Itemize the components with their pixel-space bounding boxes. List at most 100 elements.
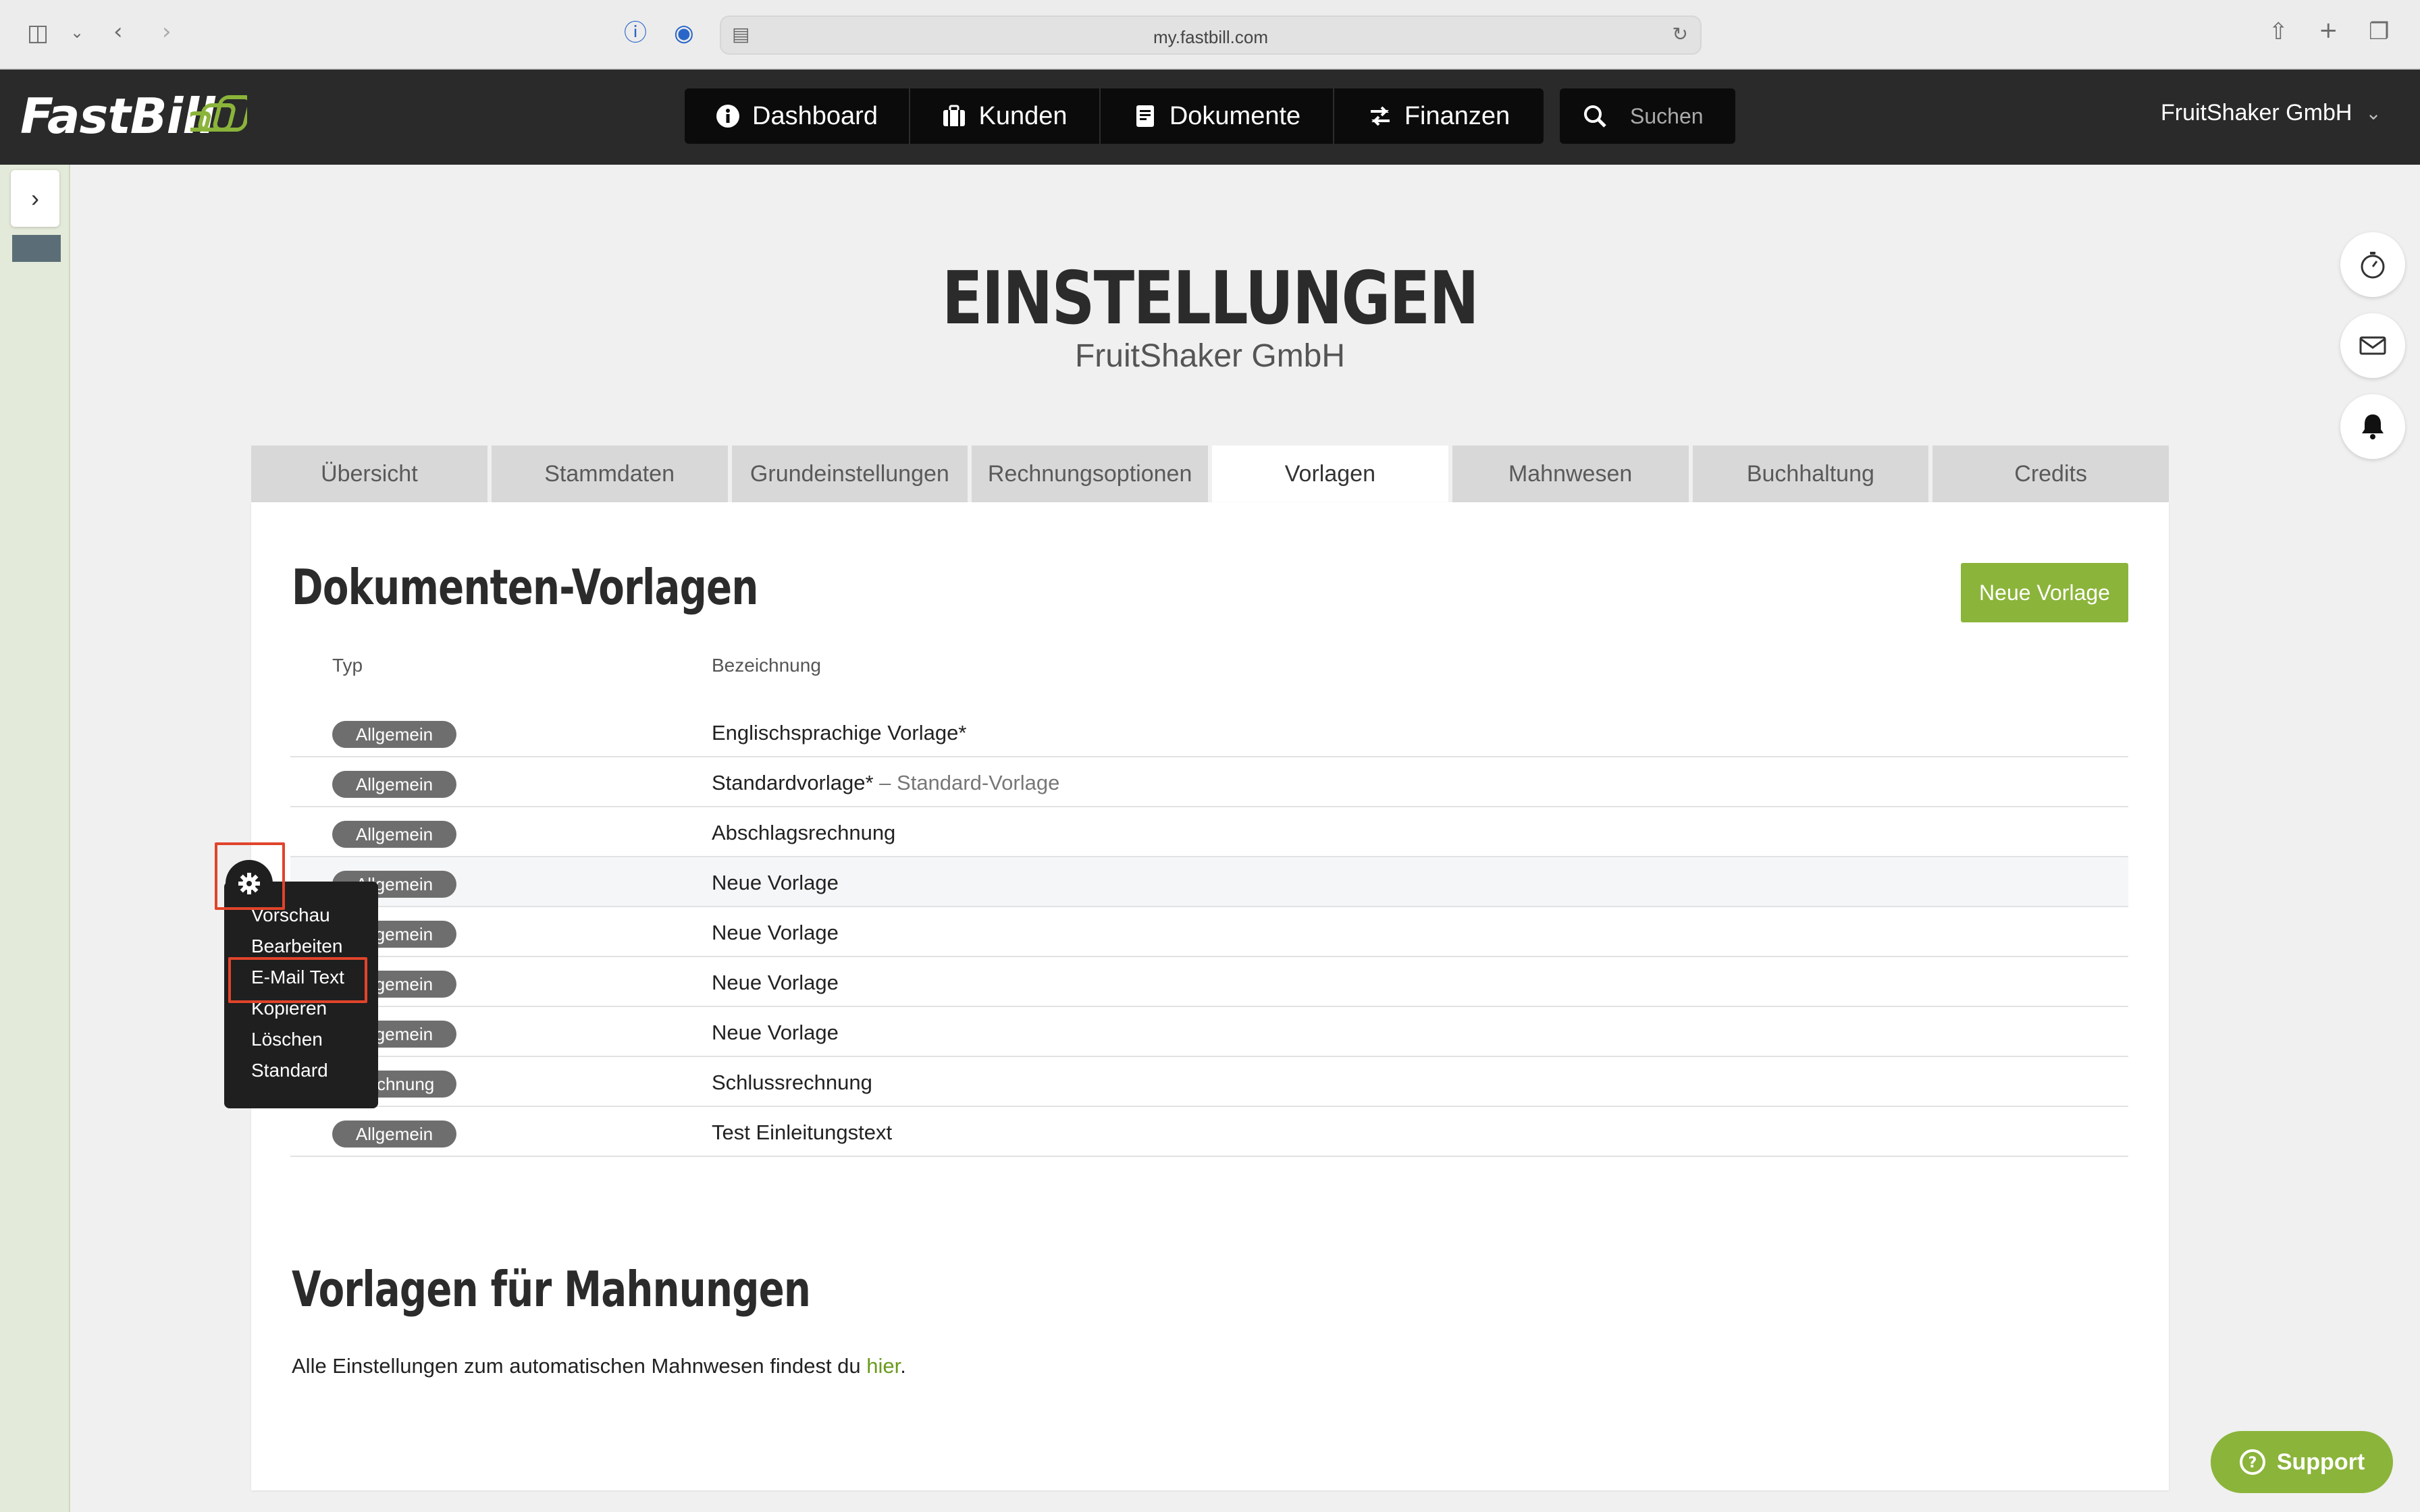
tab-uebersicht[interactable]: Übersicht xyxy=(251,446,488,502)
bell-icon xyxy=(2362,414,2384,439)
gear-highlight xyxy=(215,842,285,910)
url-text: my.fastbill.com xyxy=(1153,27,1268,47)
menu-item-edit[interactable]: Bearbeiten xyxy=(251,936,342,957)
support-label: Support xyxy=(2276,1449,2365,1475)
chevron-right-icon: › xyxy=(31,184,39,212)
password-manager-icon[interactable]: ⓘ xyxy=(624,22,647,45)
column-header-name: Bezeichnung xyxy=(712,655,821,676)
reminders-heading: Vorlagen für Mahnungen xyxy=(292,1261,811,1318)
template-name: Test Einleitungstext xyxy=(712,1120,892,1145)
template-name-text: Abschlagsrechnung xyxy=(712,821,896,844)
template-name: Neue Vorlage xyxy=(712,971,839,995)
chevron-down-icon[interactable]: ⌄ xyxy=(70,24,84,40)
tab-overview-icon[interactable]: ❐ xyxy=(2369,20,2389,43)
table-row[interactable]: Allgemein Neue Vorlage xyxy=(290,957,2128,1007)
reminders-link[interactable]: hier xyxy=(866,1354,900,1378)
template-name: Abschlagsrechnung xyxy=(712,821,895,845)
forward-icon[interactable]: › xyxy=(162,20,172,43)
template-name: Standardvorlage* – Standard-Vorlage xyxy=(712,771,1059,795)
table-row[interactable]: Allgemein Standardvorlage* – Standard-Vo… xyxy=(290,757,2128,807)
template-name: Englischsprachige Vorlage* xyxy=(712,721,966,745)
nav-label: Dashboard xyxy=(752,101,878,130)
template-name-text: Neue Vorlage xyxy=(712,971,839,994)
mail-icon xyxy=(2359,336,2386,355)
share-icon[interactable]: ⇧ xyxy=(2269,20,2288,43)
menu-item-default[interactable]: Standard xyxy=(251,1060,328,1081)
nav-dokumente[interactable]: Dokumente xyxy=(1101,88,1334,144)
document-icon xyxy=(1136,105,1154,127)
sidebar-expand-button[interactable]: › xyxy=(11,170,59,227)
nav-kunden[interactable]: Kunden xyxy=(910,88,1101,144)
tab-credits[interactable]: Credits xyxy=(1932,446,2169,502)
type-badge: Allgemein xyxy=(332,821,456,848)
back-icon[interactable]: ‹ xyxy=(113,20,123,43)
nav-label: Dokumente xyxy=(1169,101,1301,130)
reload-icon[interactable]: ↻ xyxy=(1673,25,1688,44)
company-name: FruitShaker GmbH xyxy=(2161,100,2352,126)
tab-vorlagen[interactable]: Vorlagen xyxy=(1212,446,1448,502)
page-subtitle: FruitShaker GmbH xyxy=(1074,338,1346,374)
table-row[interactable]: Allgemein Neue Vorlage xyxy=(290,1007,2128,1057)
search-icon xyxy=(1584,105,1606,128)
privacy-icon[interactable]: ◉ xyxy=(674,22,694,45)
mail-button[interactable] xyxy=(2340,313,2405,378)
table-row[interactable]: Allgemein Abschlagsrechnung xyxy=(290,807,2128,857)
table-row[interactable]: Allgemein Neue Vorlage xyxy=(290,907,2128,957)
svg-text:?: ? xyxy=(2248,1455,2257,1472)
support-button[interactable]: ? Support xyxy=(2211,1431,2393,1493)
tab-buchhaltung[interactable]: Buchhaltung xyxy=(1692,446,1929,502)
template-name: Neue Vorlage xyxy=(712,921,839,945)
type-badge: Allgemein xyxy=(332,771,456,798)
tab-grundeinstellungen[interactable]: Grundeinstellungen xyxy=(731,446,968,502)
template-name-text: Neue Vorlage xyxy=(712,871,839,894)
reminders-text: Alle Einstellungen zum automatischen Mah… xyxy=(292,1354,906,1378)
search-input[interactable]: Suchen xyxy=(1560,88,1735,144)
timer-button[interactable] xyxy=(2340,232,2405,297)
nav-label: Finanzen xyxy=(1404,101,1510,130)
table-row[interactable]: Allgemein Test Einleitungstext xyxy=(290,1107,2128,1157)
type-badge: Allgemein xyxy=(332,1120,456,1148)
nav-finanzen[interactable]: Finanzen xyxy=(1334,88,1544,144)
tab-stammdaten[interactable]: Stammdaten xyxy=(491,446,728,502)
address-bar[interactable]: ▤ my.fastbill.com ↻ xyxy=(720,16,1702,55)
table-row[interactable]: Allgemein Englischsprachige Vorlage* xyxy=(290,707,2128,757)
page-title: EINSTELLUNGEN xyxy=(942,256,1479,341)
templates-heading: Dokumenten-Vorlagen xyxy=(292,559,758,616)
column-header-type: Typ xyxy=(332,655,363,676)
template-name-text: Neue Vorlage xyxy=(712,1021,839,1044)
template-name-text: Test Einleitungstext xyxy=(712,1120,893,1144)
template-name: Schlussrechnung xyxy=(712,1071,872,1095)
transfer-arrows-icon xyxy=(1370,106,1390,126)
settings-tabs: Übersicht Stammdaten Grundeinstellungen … xyxy=(251,446,2169,502)
email-text-highlight xyxy=(228,957,367,1003)
menu-item-delete[interactable]: Löschen xyxy=(251,1029,323,1050)
sidebar-toggle-icon[interactable]: ◫ xyxy=(27,22,49,45)
table-row[interactable]: Allgemein Neue Vorlage xyxy=(290,857,2128,907)
table-row[interactable]: Rechnung Schlussrechnung xyxy=(290,1057,2128,1107)
info-icon xyxy=(716,105,740,128)
tab-rechnungsoptionen[interactable]: Rechnungsoptionen xyxy=(972,446,1208,502)
fastbill-logo[interactable]: FastBill xyxy=(20,88,215,144)
template-name: Neue Vorlage xyxy=(712,1021,839,1045)
nav-dashboard[interactable]: Dashboard xyxy=(685,88,910,144)
new-tab-icon[interactable]: + xyxy=(2319,19,2338,42)
notifications-button[interactable] xyxy=(2340,394,2405,459)
search-placeholder: Suchen xyxy=(1630,103,1704,128)
template-name-text: Englischsprachige Vorlage* xyxy=(712,721,967,745)
tab-mahnwesen[interactable]: Mahnwesen xyxy=(1452,446,1689,502)
reminders-text-after: . xyxy=(900,1354,906,1378)
browser-toolbar: ◫ ⌄ ‹ › ⓘ ◉ ▤ my.fastbill.com ↻ ⇧ + ❐ xyxy=(0,0,2420,70)
main-navigation: Dashboard Kunden Dokumente Finanzen xyxy=(685,88,1544,144)
logo-mark-icon xyxy=(190,95,247,132)
type-badge: Allgemein xyxy=(332,721,456,748)
new-template-button[interactable]: Neue Vorlage xyxy=(1961,563,2128,622)
timer-icon xyxy=(2361,252,2385,279)
sidebar-thumbnail[interactable] xyxy=(12,235,61,262)
help-icon: ? xyxy=(2239,1449,2265,1475)
briefcase-icon xyxy=(943,105,966,126)
company-menu[interactable]: FruitShaker GmbH ⌄ xyxy=(2161,100,2382,126)
template-name-text: Neue Vorlage xyxy=(712,921,839,944)
reminders-text-before: Alle Einstellungen zum automatischen Mah… xyxy=(292,1354,867,1378)
template-name-text: Schlussrechnung xyxy=(712,1071,872,1094)
chevron-down-icon: ⌄ xyxy=(2365,103,2382,124)
